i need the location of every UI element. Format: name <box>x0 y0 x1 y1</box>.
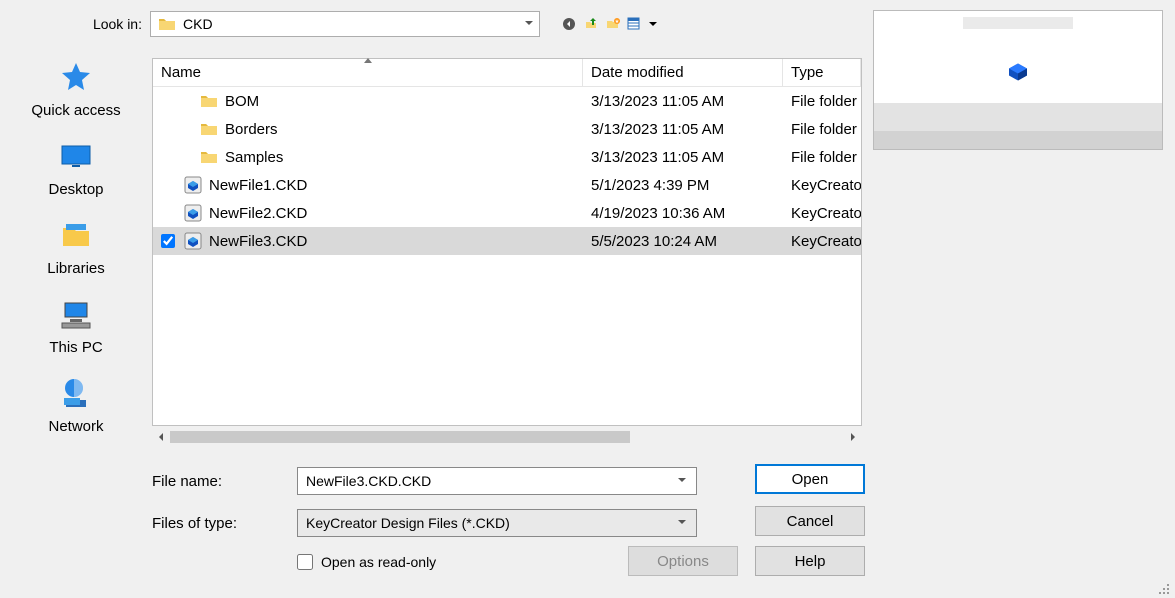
column-type-label: Type <box>791 64 824 81</box>
svg-text:★: ★ <box>615 19 620 25</box>
up-one-level-icon[interactable] <box>582 15 600 33</box>
file-type: KeyCreator Design File <box>783 205 861 222</box>
ckd-file-icon <box>183 175 203 195</box>
filetype-value: KeyCreator Design Files (*.CKD) <box>306 515 510 531</box>
view-menu-dropdown-icon[interactable] <box>648 15 658 33</box>
chevron-down-icon[interactable] <box>519 15 539 34</box>
open-button-label: Open <box>792 471 829 488</box>
folder-icon <box>199 147 219 167</box>
column-type[interactable]: Type <box>783 59 861 86</box>
file-list[interactable]: Name Date modified Type BOM 3/13/2023 11:… <box>152 58 862 426</box>
sidebar-item-label: Quick access <box>31 102 120 119</box>
cancel-button-label: Cancel <box>787 513 834 530</box>
sidebar-item-this-pc[interactable]: This PC <box>12 295 140 356</box>
filename-value: NewFile3.CKD.CKD <box>306 473 431 489</box>
file-name: NewFile3.CKD <box>209 233 307 250</box>
folder-icon <box>157 14 177 34</box>
help-button[interactable]: Help <box>755 546 865 576</box>
preview-panel <box>873 10 1163 150</box>
sort-ascending-icon <box>363 57 373 68</box>
preview-thumbnail-icon <box>1007 63 1029 86</box>
file-name: NewFile2.CKD <box>209 205 307 222</box>
sidebar-item-label: This PC <box>49 339 102 356</box>
scrollbar-track[interactable] <box>170 431 844 443</box>
this-pc-icon <box>56 295 96 335</box>
view-menu-icon[interactable] <box>626 15 644 33</box>
sidebar-item-label: Network <box>48 418 103 435</box>
file-type: File folder <box>783 93 861 110</box>
folder-icon <box>199 119 219 139</box>
ckd-file-icon <box>183 231 203 251</box>
sidebar-item-libraries[interactable]: Libraries <box>12 216 140 277</box>
file-date: 4/19/2023 10:36 AM <box>583 205 783 222</box>
libraries-icon <box>56 216 96 256</box>
sidebar-item-quick-access[interactable]: Quick access <box>12 58 140 119</box>
filename-input[interactable]: NewFile3.CKD.CKD <box>297 467 697 495</box>
chevron-down-icon[interactable] <box>674 514 690 533</box>
sidebar-item-network[interactable]: Network <box>12 374 140 435</box>
file-date: 3/13/2023 11:05 AM <box>583 149 783 166</box>
ckd-file-icon <box>183 203 203 223</box>
column-date-label: Date modified <box>591 64 684 81</box>
options-button-label: Options <box>657 553 709 570</box>
column-date[interactable]: Date modified <box>583 59 783 86</box>
desktop-icon <box>56 137 96 177</box>
file-type: KeyCreator Design File <box>783 233 861 250</box>
scroll-right-icon[interactable] <box>844 428 862 446</box>
filetype-select[interactable]: KeyCreator Design Files (*.CKD) <box>297 509 697 537</box>
help-button-label: Help <box>795 553 826 570</box>
file-row[interactable]: Borders 3/13/2023 11:05 AMFile folder <box>153 115 861 143</box>
sidebar-item-label: Libraries <box>47 260 105 277</box>
file-type: KeyCreator Design File <box>783 177 861 194</box>
file-row[interactable]: NewFile2.CKD 4/19/2023 10:36 AMKeyCreator… <box>153 199 861 227</box>
file-name: Samples <box>225 149 283 166</box>
scrollbar-thumb[interactable] <box>170 431 630 443</box>
file-date: 5/5/2023 10:24 AM <box>583 233 783 250</box>
file-row[interactable]: NewFile3.CKD 5/5/2023 10:24 AMKeyCreator … <box>153 227 861 255</box>
back-icon[interactable] <box>560 15 578 33</box>
lookin-label: Look in: <box>0 16 150 32</box>
options-button: Options <box>628 546 738 576</box>
network-icon <box>56 374 96 414</box>
file-name: BOM <box>225 93 259 110</box>
cancel-button[interactable]: Cancel <box>755 506 865 536</box>
column-name-label: Name <box>161 64 201 81</box>
file-row[interactable]: Samples 3/13/2023 11:05 AMFile folder <box>153 143 861 171</box>
readonly-label: Open as read-only <box>321 554 436 570</box>
chevron-down-icon[interactable] <box>674 472 690 491</box>
file-row[interactable]: NewFile1.CKD 5/1/2023 4:39 PMKeyCreator D… <box>153 171 861 199</box>
sidebar-item-desktop[interactable]: Desktop <box>12 137 140 198</box>
filetype-label: Files of type: <box>152 515 297 532</box>
lookin-value: CKD <box>183 16 519 32</box>
filename-label: File name: <box>152 473 297 490</box>
sidebar-item-label: Desktop <box>48 181 103 198</box>
lookin-combo[interactable]: CKD <box>150 11 540 37</box>
readonly-checkbox[interactable] <box>297 554 313 570</box>
horizontal-scrollbar[interactable] <box>152 428 862 446</box>
file-date: 5/1/2023 4:39 PM <box>583 177 783 194</box>
file-list-header: Name Date modified Type <box>153 59 861 87</box>
open-button[interactable]: Open <box>755 464 865 494</box>
file-date: 3/13/2023 11:05 AM <box>583 121 783 138</box>
file-type: File folder <box>783 121 861 138</box>
file-name: Borders <box>225 121 278 138</box>
scroll-left-icon[interactable] <box>152 428 170 446</box>
file-type: File folder <box>783 149 861 166</box>
new-folder-icon[interactable]: ★ <box>604 15 622 33</box>
quick-access-icon <box>56 58 96 98</box>
file-row[interactable]: BOM 3/13/2023 11:05 AMFile folder <box>153 87 861 115</box>
column-name[interactable]: Name <box>153 59 583 86</box>
folder-icon <box>199 91 219 111</box>
row-checkbox[interactable] <box>161 234 175 248</box>
file-name: NewFile1.CKD <box>209 177 307 194</box>
file-date: 3/13/2023 11:05 AM <box>583 93 783 110</box>
resize-grip-icon[interactable] <box>1157 582 1171 596</box>
